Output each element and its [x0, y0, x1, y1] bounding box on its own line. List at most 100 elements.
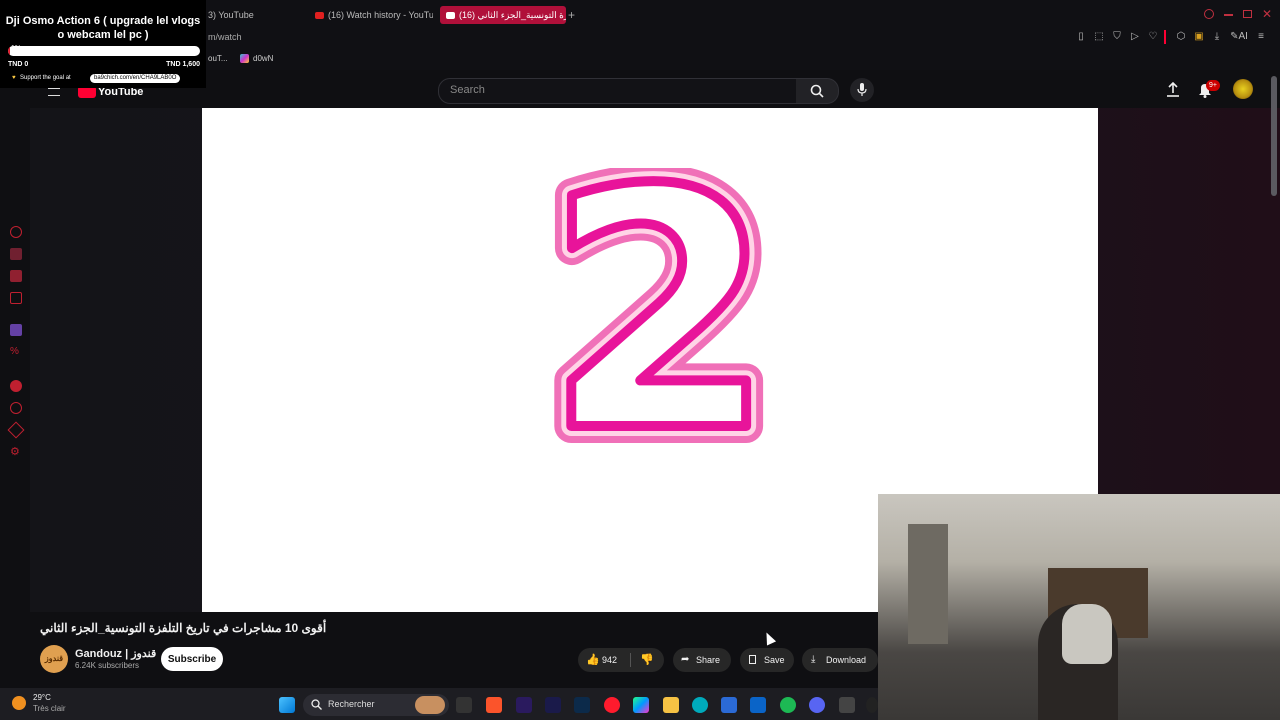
screenshot-icon[interactable]: ⬚	[1093, 30, 1105, 44]
share-button[interactable]: ➦ Share	[673, 648, 731, 672]
tab-active-video[interactable]: (16) أقوى 10 مشاجرات في تاريخ التلفزة ال…	[440, 6, 566, 24]
channel-avatar[interactable]: قندوز	[40, 645, 68, 673]
search-button[interactable]	[796, 78, 839, 104]
donation-progress-bar	[8, 46, 200, 56]
video-title: أقوى 10 مشاجرات في تاريخ التلفزة التونسي…	[40, 621, 327, 635]
digit-number: 2	[545, 168, 775, 468]
percent-icon[interactable]: %	[10, 346, 22, 358]
play-icon[interactable]: ▷	[1129, 30, 1141, 44]
clock-icon[interactable]	[10, 402, 22, 414]
spotify-icon[interactable]	[780, 697, 796, 713]
twitch-icon[interactable]	[10, 324, 22, 336]
donation-goal-title: Dji Osmo Action 6 ( upgrade lel vlogs o …	[5, 15, 201, 41]
bookmark-item[interactable]: d0wN	[253, 54, 273, 63]
store-icon[interactable]	[721, 697, 737, 713]
account-avatar[interactable]	[1233, 79, 1253, 99]
messages-icon[interactable]	[10, 270, 22, 282]
url-text: m/watch	[208, 32, 242, 42]
maximize-icon[interactable]	[1243, 10, 1252, 18]
bookmark-icon[interactable]: ▯	[1075, 30, 1087, 44]
premiere-pro-icon[interactable]	[516, 697, 532, 713]
tab-watch-history[interactable]: (16) Watch history - YouTube	[315, 6, 433, 24]
like-dislike-bar: 👍 942 👎	[578, 648, 664, 672]
cube-icon[interactable]	[7, 421, 25, 439]
mail-icon[interactable]	[10, 292, 22, 304]
tab-label: 3) YouTube	[208, 10, 254, 20]
donation-progress-fill	[8, 46, 10, 56]
notification-badge: 9+	[1206, 80, 1220, 91]
bookmark-favicon-icon	[240, 54, 249, 63]
opera-gx-icon[interactable]	[604, 697, 620, 713]
task-view-icon[interactable]	[456, 697, 472, 713]
sun-icon	[12, 696, 26, 710]
voice-search-button[interactable]	[850, 78, 874, 102]
upload-icon[interactable]	[1166, 82, 1180, 98]
search-tabs-icon[interactable]	[1204, 9, 1214, 19]
heart-icon[interactable]: ♡	[1147, 30, 1159, 44]
edge-icon[interactable]	[692, 697, 708, 713]
taskbar-search[interactable]: Rechercher	[303, 694, 449, 716]
settings-gear-icon[interactable]: ⚙	[10, 446, 22, 458]
like-count[interactable]: 942	[602, 648, 617, 672]
download-label: Download	[826, 655, 867, 665]
youtube-favicon-icon	[315, 12, 324, 20]
save-button[interactable]: Save	[740, 648, 794, 672]
donation-amount-raised: TND 0	[8, 61, 29, 68]
outlook-icon[interactable]	[750, 697, 766, 713]
apps-grid-icon[interactable]	[839, 697, 855, 713]
window-shape	[908, 524, 948, 644]
tab-label: (16) أقوى 10 مشاجرات في تاريخ التلفزة ال…	[459, 10, 566, 20]
microphone-icon	[857, 83, 867, 96]
share-arrow-icon: ➦	[681, 654, 690, 665]
after-effects-icon[interactable]	[545, 697, 561, 713]
wallet-icon[interactable]: ▣	[1193, 30, 1205, 44]
shield-icon[interactable]: ⛉	[1111, 30, 1123, 44]
app-icon[interactable]	[866, 697, 878, 713]
mouse-cursor	[761, 630, 777, 646]
close-window-icon[interactable]: ✕	[1262, 7, 1272, 21]
donation-progress-label: 1%	[11, 45, 22, 52]
search-placeholder: Search	[450, 84, 485, 96]
discord-icon[interactable]	[809, 697, 825, 713]
hamburger-menu-icon[interactable]	[48, 88, 60, 96]
file-explorer-icon[interactable]	[663, 697, 679, 713]
weather-description: Très clair	[33, 704, 66, 713]
bookmark-item[interactable]: ouT...	[208, 54, 228, 63]
history-icon[interactable]	[10, 226, 22, 238]
divider	[630, 653, 631, 667]
shirt-shape	[1062, 604, 1112, 664]
thumbs-up-icon[interactable]: 👍	[586, 648, 600, 672]
player-icon[interactable]	[10, 380, 22, 392]
download-icon: ⤓	[811, 654, 816, 665]
subscriber-count: 6.24K subscribers	[75, 661, 140, 670]
temperature: 29°C	[33, 693, 51, 702]
tab-label: (16) Watch history - YouTube	[328, 10, 433, 20]
copilot-icon[interactable]	[633, 697, 649, 713]
number-two-graphic: 2 2 2	[540, 168, 780, 468]
page-scrollbar[interactable]	[1271, 76, 1277, 196]
extensions-icon[interactable]: ⬡	[1175, 30, 1187, 44]
taskbar-search-label: Rechercher	[328, 699, 375, 709]
search-input[interactable]: Search	[438, 78, 798, 104]
tab-youtube[interactable]: 3) YouTube	[208, 6, 298, 24]
subscribe-button[interactable]: Subscribe	[161, 647, 223, 671]
channel-name[interactable]: Gandouz | قندوز	[75, 647, 156, 660]
new-tab-plus-icon[interactable]: +	[568, 6, 580, 24]
donation-goal-widget: Dji Osmo Action 6 ( upgrade lel vlogs o …	[0, 0, 206, 88]
heart-icon: ♥	[12, 75, 16, 81]
search-highlight-image	[415, 696, 445, 714]
browser-sidebar: % ⚙	[0, 108, 30, 688]
youtube-favicon-icon	[446, 12, 455, 20]
thumbs-down-icon[interactable]: 👎	[640, 648, 654, 672]
donation-amount-goal: TND 1,600	[166, 61, 200, 68]
briefcase-icon[interactable]	[10, 248, 22, 260]
ai-icon[interactable]: ✎AI	[1229, 30, 1249, 44]
download-icon[interactable]: ⤓	[1211, 30, 1223, 44]
minimize-icon[interactable]	[1224, 14, 1233, 16]
photoshop-icon[interactable]	[574, 697, 590, 713]
download-button[interactable]: ⤓ Download	[802, 648, 878, 672]
brave-browser-icon[interactable]	[486, 697, 502, 713]
windows-start-icon[interactable]	[279, 697, 295, 713]
share-label: Share	[696, 655, 721, 665]
menu-icon[interactable]: ≡	[1255, 30, 1267, 44]
